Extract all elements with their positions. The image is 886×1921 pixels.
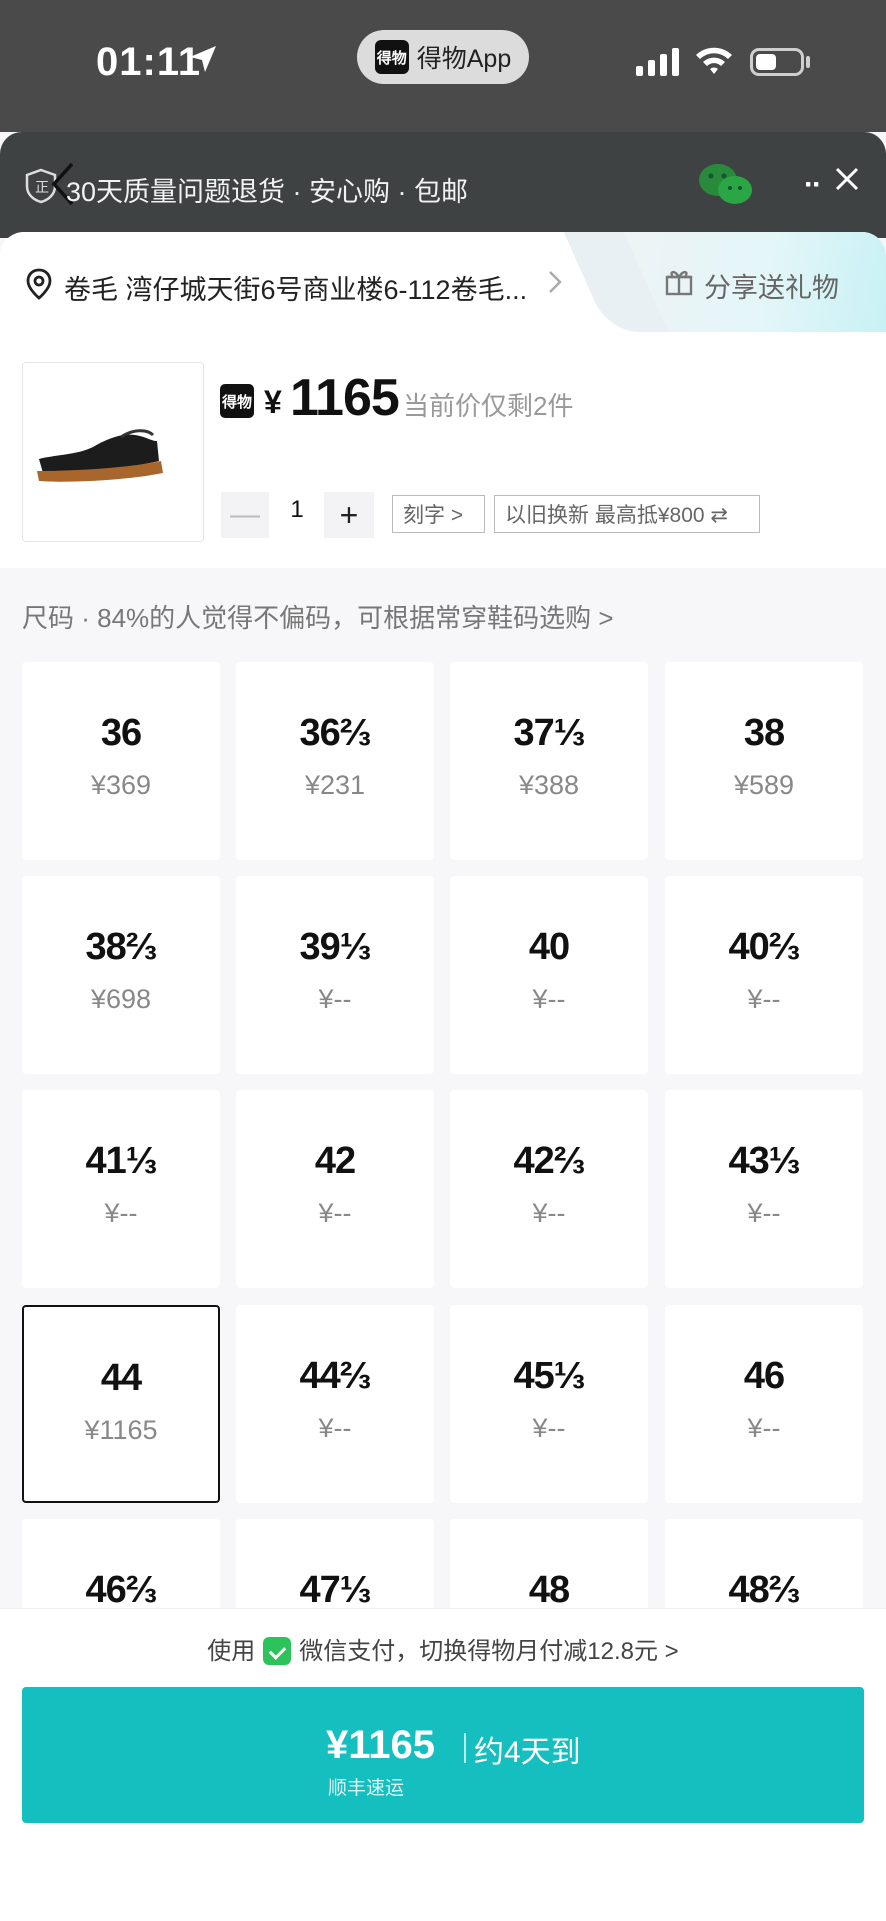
address-bar[interactable]: 卷毛 湾仔城天街6号商业楼6-112卷毛... 分享送礼物 <box>0 232 886 332</box>
delivery-eta: 约4天到 <box>474 1736 581 1769</box>
size-label: 38⅔ <box>85 926 158 968</box>
wechat-pay-icon <box>263 1637 292 1665</box>
quantity-increase-button[interactable]: + <box>324 492 374 538</box>
size-label: 42⅔ <box>513 1140 586 1182</box>
size-price: ¥369 <box>90 770 152 800</box>
quantity-decrease-button[interactable]: — <box>221 492 269 538</box>
product-price: 1165 <box>290 369 400 427</box>
size-label: 36⅔ <box>299 712 372 754</box>
size-price: ¥388 <box>518 770 580 800</box>
size-option[interactable]: 46 ¥-- <box>665 1305 863 1503</box>
location-pin-icon <box>26 268 52 300</box>
more-icon[interactable]: ·· <box>804 168 822 202</box>
quantity-value: 1 <box>290 496 304 523</box>
buy-divider <box>464 1733 466 1763</box>
size-price: ¥-- <box>318 984 352 1014</box>
currency-symbol: ¥ <box>264 384 282 420</box>
size-option[interactable]: 40 ¥-- <box>450 876 648 1074</box>
payment-prefix: 使用 <box>207 1638 256 1665</box>
dewu-logo-icon: 得物 <box>374 40 409 74</box>
size-option[interactable]: 36⅔ ¥231 <box>236 662 434 860</box>
size-option[interactable]: 41⅓ ¥-- <box>22 1090 220 1288</box>
size-label: 43⅓ <box>728 1140 801 1182</box>
size-option[interactable]: 45⅓ ¥-- <box>450 1305 648 1503</box>
share-gift-button[interactable]: 分享送礼物 <box>612 232 886 332</box>
size-label: 39⅓ <box>299 926 372 968</box>
product-thumbnail[interactable] <box>22 362 204 542</box>
size-option[interactable]: 39⅓ ¥-- <box>236 876 434 1074</box>
size-label: 45⅓ <box>513 1355 586 1397</box>
size-option[interactable]: 37⅓ ¥388 <box>450 662 648 860</box>
guarantee-text[interactable]: 30天质量问题退货 · 安心购 · 包邮 <box>66 170 468 209</box>
app-source-pill[interactable]: 得物 得物App <box>357 30 529 84</box>
clock: 01:11 <box>96 40 202 84</box>
size-price: ¥231 <box>304 770 366 800</box>
checkout-footer: 使用 微信支付，切换得物月付减12.8元 > ¥1165 约4天到 顺丰速运 <box>0 1608 886 1921</box>
size-option[interactable]: 38⅔ ¥698 <box>22 876 220 1074</box>
size-price: ¥1165 <box>84 1415 158 1445</box>
size-price: ¥-- <box>747 1413 781 1443</box>
size-label: 47⅓ <box>299 1569 372 1611</box>
size-option[interactable]: 42⅔ ¥-- <box>450 1090 648 1288</box>
size-price: ¥-- <box>318 1413 352 1443</box>
size-price: ¥-- <box>532 1413 566 1443</box>
size-label: 42 <box>314 1140 356 1182</box>
buy-now-button[interactable]: ¥1165 约4天到 顺丰速运 <box>22 1687 864 1823</box>
stock-note: 当前价仅剩2件 <box>403 391 574 421</box>
size-label: 41⅓ <box>85 1140 158 1182</box>
buy-price: ¥1165 <box>326 1723 436 1767</box>
size-label: 46⅔ <box>85 1569 158 1611</box>
size-price: ¥-- <box>747 984 781 1014</box>
top-bar: 正 30天质量问题退货 · 安心购 · 包邮 ·· <box>0 132 886 238</box>
size-label: 48⅔ <box>728 1569 801 1611</box>
location-arrow-icon <box>190 46 216 72</box>
size-label: 48 <box>528 1569 570 1611</box>
size-label: 36 <box>100 712 142 754</box>
wechat-icon[interactable] <box>698 162 754 206</box>
engrave-button[interactable]: 刻字 > <box>392 495 485 533</box>
size-price: ¥-- <box>532 984 566 1014</box>
size-price: ¥-- <box>747 1198 781 1228</box>
product-summary: 得物 ¥ 1165 当前价仅剩2件 — 1 + 刻字 > 以旧换新 最高抵¥80… <box>0 332 886 568</box>
wifi-icon <box>696 47 732 74</box>
size-price: ¥-- <box>532 1198 566 1228</box>
svg-text:正: 正 <box>35 180 49 196</box>
size-price: ¥698 <box>90 984 152 1014</box>
trade-in-button[interactable]: 以旧换新 最高抵¥800 ⇄ <box>494 495 760 533</box>
close-icon[interactable] <box>834 166 860 192</box>
brand-logo-icon: 得物 <box>220 384 254 418</box>
payment-method-row[interactable]: 使用 微信支付，切换得物月付减12.8元 > <box>0 1631 886 1666</box>
cellular-signal-icon <box>636 48 679 76</box>
app-name: 得物App <box>416 45 512 73</box>
shipping-carrier: 顺丰速运 <box>328 1778 405 1799</box>
delivery-address: 卷毛 湾仔城天街6号商业楼6-112卷毛... <box>64 275 528 305</box>
gift-icon <box>665 270 693 296</box>
sneaker-image <box>37 429 163 482</box>
payment-text: 微信支付，切换得物月付减12.8元 > <box>299 1638 679 1665</box>
size-label: 38 <box>743 712 785 754</box>
size-price: ¥-- <box>318 1198 352 1228</box>
status-bar: 01:11 得物 得物App <box>0 0 886 132</box>
size-option[interactable]: 38 ¥589 <box>665 662 863 860</box>
chevron-right-icon <box>549 271 562 293</box>
size-option[interactable]: 36 ¥369 <box>22 662 220 860</box>
size-option[interactable]: 40⅔ ¥-- <box>665 876 863 1074</box>
size-option[interactable]: 43⅓ ¥-- <box>665 1090 863 1288</box>
size-label: 37⅓ <box>513 712 586 754</box>
size-label: 44⅔ <box>299 1355 372 1397</box>
size-label: 44 <box>100 1357 142 1399</box>
size-option[interactable]: 44⅔ ¥-- <box>236 1305 434 1503</box>
size-option[interactable]: 42 ¥-- <box>236 1090 434 1288</box>
size-price: ¥589 <box>733 770 795 800</box>
battery-tip <box>806 56 810 68</box>
share-gift-label: 分享送礼物 <box>704 273 839 303</box>
size-option[interactable]: 44 ¥1165 <box>22 1305 220 1503</box>
size-label: 46 <box>743 1355 785 1397</box>
size-price: ¥-- <box>104 1198 138 1228</box>
size-label: 40 <box>528 926 570 968</box>
size-label: 40⅔ <box>728 926 801 968</box>
battery-icon <box>750 48 804 76</box>
size-fit-hint[interactable]: 尺码 · 84%的人觉得不偏码，可根据常穿鞋码选购 > <box>22 598 614 635</box>
